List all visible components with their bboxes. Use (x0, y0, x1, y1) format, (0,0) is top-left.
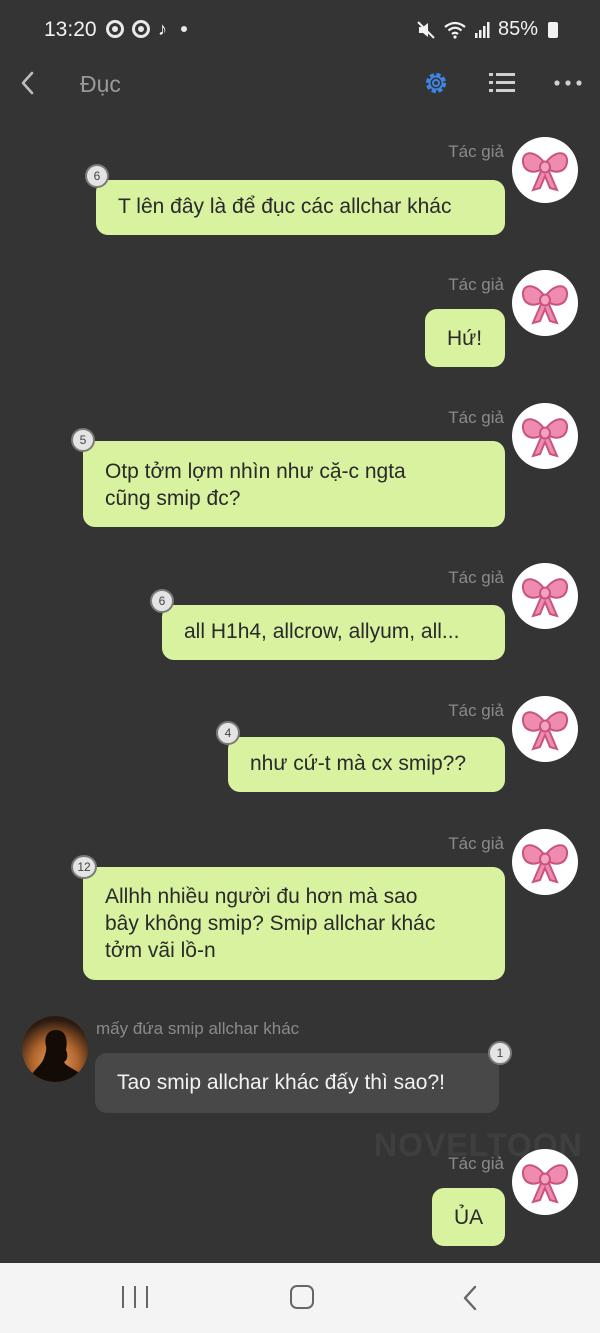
system-nav-bar (0, 1263, 600, 1333)
wifi-icon (444, 21, 466, 39)
notification-dot-icon (181, 26, 187, 32)
comment-count-badge[interactable]: 4 (216, 721, 240, 745)
message-bubble[interactable]: Hứ! (425, 309, 505, 367)
sender-name: Tác giả (448, 701, 504, 720)
status-bar: 13:20 ♪ 85% (0, 0, 600, 60)
comment-count-badge[interactable]: 5 (71, 428, 95, 452)
author-avatar[interactable] (512, 563, 578, 629)
message-bubble[interactable]: Tao smip allchar khác đấy thì sao?! (95, 1053, 499, 1113)
chrome-icon (132, 20, 150, 38)
author-avatar[interactable] (512, 696, 578, 762)
sender-name: Tác giả (448, 142, 504, 161)
gear-icon[interactable] (422, 69, 450, 97)
tiktok-icon: ♪ (158, 19, 167, 39)
pink-bow-icon (521, 844, 569, 884)
sender-name: Tác giả (448, 275, 504, 294)
author-avatar[interactable] (512, 270, 578, 336)
message-bubble[interactable]: all H1h4, allcrow, allyum, all... (162, 605, 505, 660)
comment-count-badge[interactable]: 6 (150, 589, 174, 613)
status-time: 13:20 (44, 18, 97, 41)
signal-icon (474, 21, 490, 38)
page-title: Đục (80, 71, 121, 97)
recent-apps-icon[interactable] (122, 1286, 148, 1310)
silhouette-icon (32, 1030, 78, 1082)
status-notification-icons: ♪ (106, 20, 187, 38)
comment-count-badge[interactable]: 6 (85, 164, 109, 188)
author-avatar[interactable] (512, 403, 578, 469)
battery-percent: 85% (497, 18, 538, 40)
sender-name: Tác giả (448, 834, 504, 853)
message-bubble[interactable]: Allhh nhiều người đu hơn mà sao bây khôn… (83, 867, 505, 980)
home-icon[interactable] (290, 1285, 314, 1309)
battery-icon (548, 21, 558, 38)
pink-bow-icon (521, 418, 569, 458)
pink-bow-icon (521, 711, 569, 751)
pink-bow-icon (521, 578, 569, 618)
list-icon[interactable] (488, 70, 516, 96)
nav-back-icon[interactable] (458, 1283, 484, 1313)
chrome-icon (106, 20, 124, 38)
user-avatar[interactable] (22, 1016, 88, 1082)
message-bubble[interactable]: như cứ-t mà cx smip?? (228, 737, 505, 792)
sender-name: Tác giả (448, 568, 504, 587)
sender-name: Tác giả (448, 1154, 504, 1173)
comment-count-badge[interactable]: 12 (71, 855, 97, 879)
app-bar: Đục (0, 60, 600, 110)
message-bubble[interactable]: Otp tởm lợm nhìn như cặ-c ngta cũng smip… (83, 441, 505, 527)
author-avatar[interactable] (512, 137, 578, 203)
pink-bow-icon (521, 285, 569, 325)
pink-bow-icon (521, 1164, 569, 1204)
status-system-icons: 85% (416, 18, 558, 41)
author-avatar[interactable] (512, 1149, 578, 1215)
message-bubble[interactable]: ỦA (432, 1188, 505, 1246)
sender-name: mấy đứa smip allchar khác (96, 1019, 300, 1038)
comment-count-badge[interactable]: 1 (488, 1041, 512, 1065)
more-icon[interactable] (553, 72, 583, 94)
sender-name: Tác giả (448, 408, 504, 427)
message-bubble[interactable]: T lên đây là để đục các allchar khác (96, 180, 505, 235)
back-icon[interactable] (14, 68, 44, 98)
author-avatar[interactable] (512, 829, 578, 895)
mute-icon (417, 20, 435, 39)
pink-bow-icon (521, 152, 569, 192)
